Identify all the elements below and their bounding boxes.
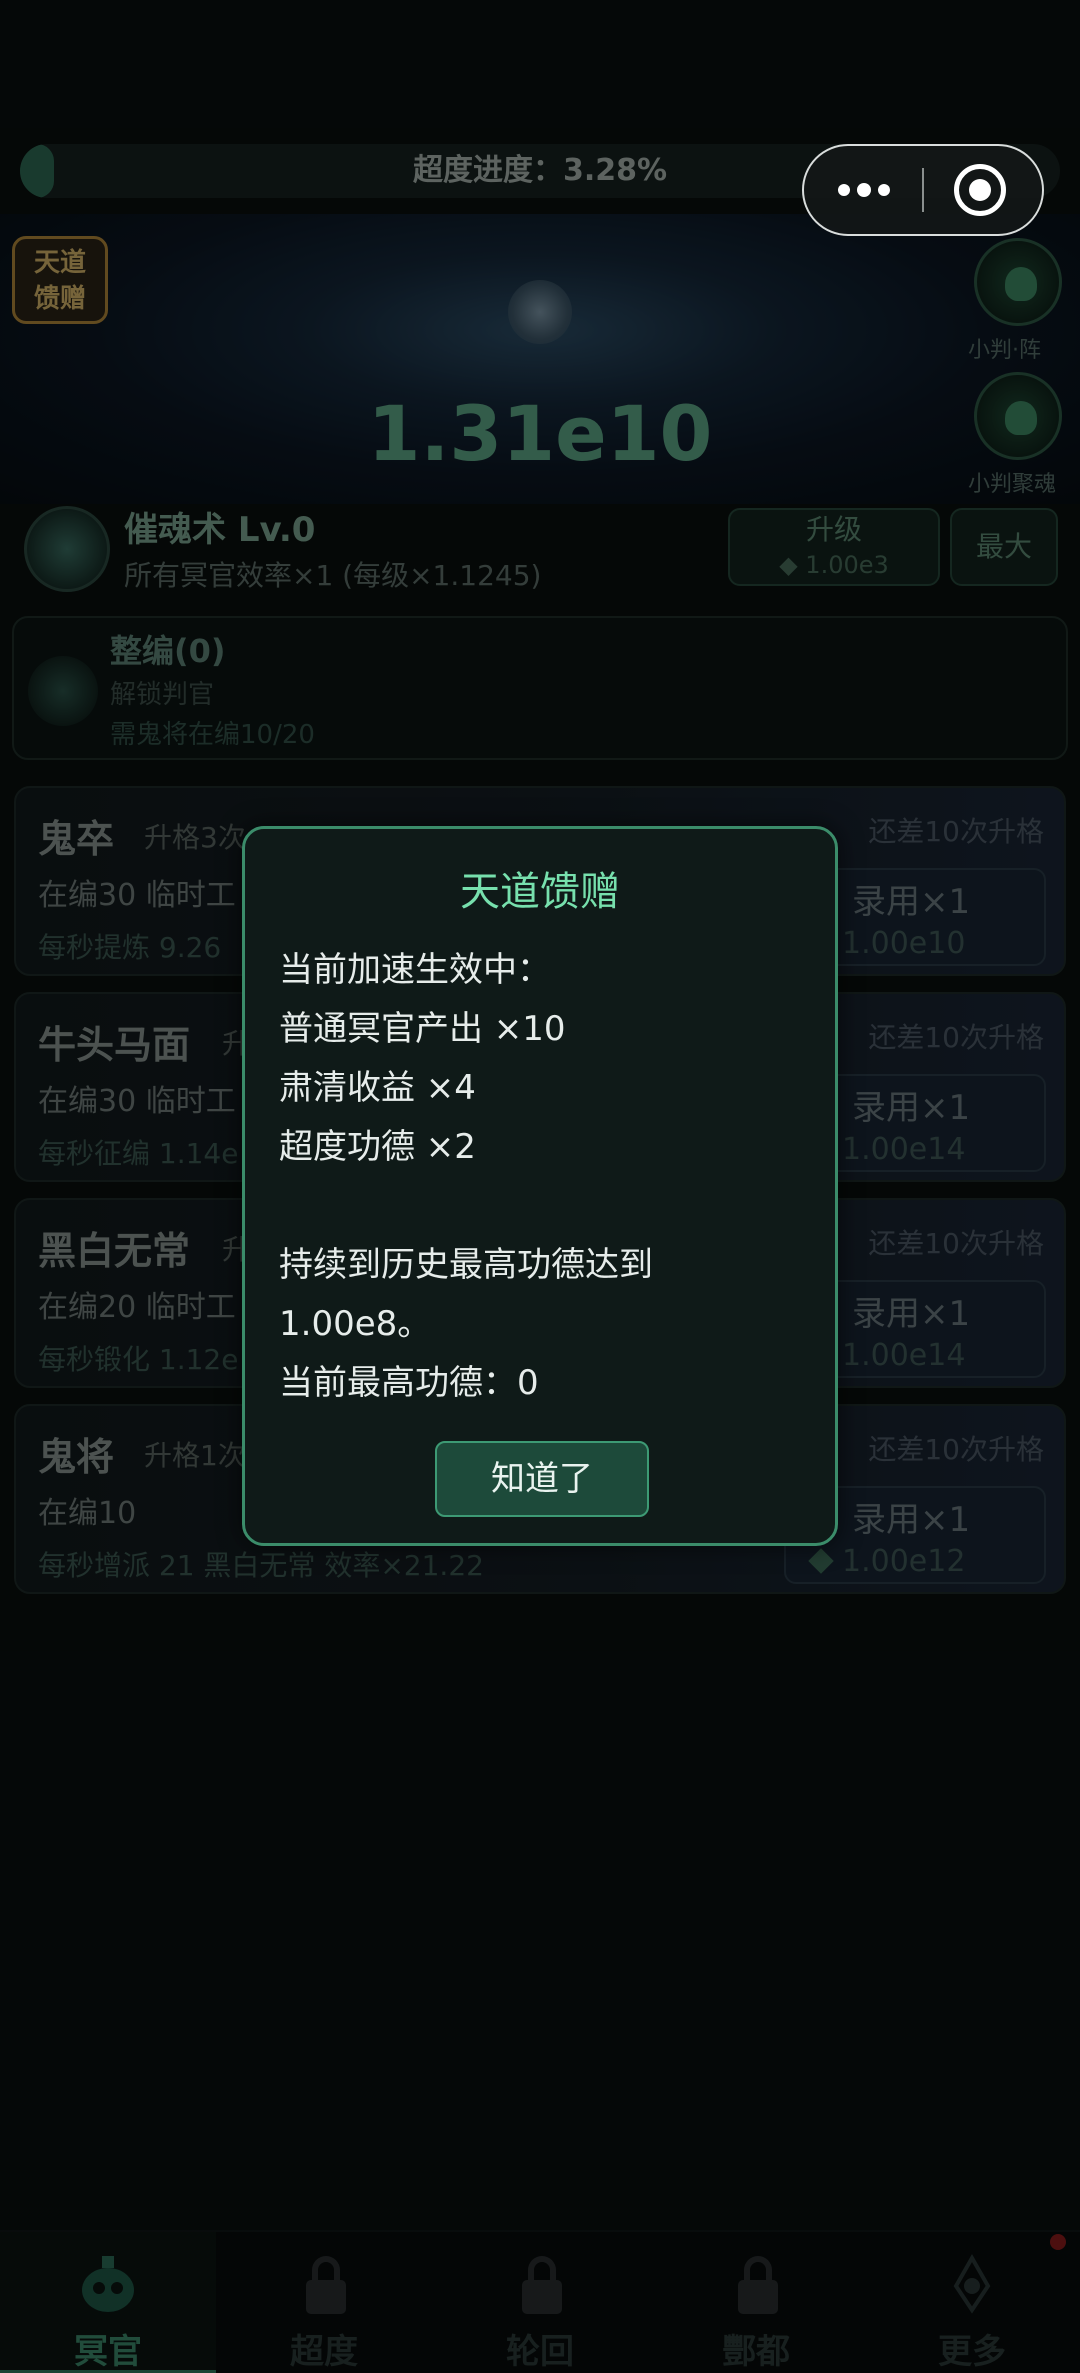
- more-dots-icon[interactable]: [804, 146, 922, 234]
- dialog-line: 肃清收益 ×4: [279, 1068, 476, 1108]
- dialog-line: 当前最高功德：0: [279, 1363, 539, 1403]
- target-close-icon[interactable]: [954, 164, 1006, 216]
- dialog-line: 当前加速生效中：: [279, 950, 551, 990]
- dialog-line: 超度功德 ×2: [279, 1127, 476, 1167]
- dialog-line: 1.00e8。: [279, 1304, 432, 1344]
- acknowledge-button[interactable]: 知道了: [435, 1441, 649, 1517]
- miniprogram-capsule: [802, 144, 1044, 236]
- dialog-line: 持续到历史最高功德达到: [279, 1245, 653, 1285]
- gift-dialog: 天道馈赠 当前加速生效中： 普通冥官产出 ×10 肃清收益 ×4 超度功德 ×2…: [242, 826, 838, 1546]
- dialog-line: 普通冥官产出 ×10: [279, 1009, 566, 1049]
- dialog-title: 天道馈赠: [460, 869, 620, 915]
- capsule-divider: [922, 168, 924, 212]
- dialog-line: [279, 1177, 811, 1236]
- dialog-body: 当前加速生效中： 普通冥官产出 ×10 肃清收益 ×4 超度功德 ×2 持续到历…: [279, 941, 811, 1413]
